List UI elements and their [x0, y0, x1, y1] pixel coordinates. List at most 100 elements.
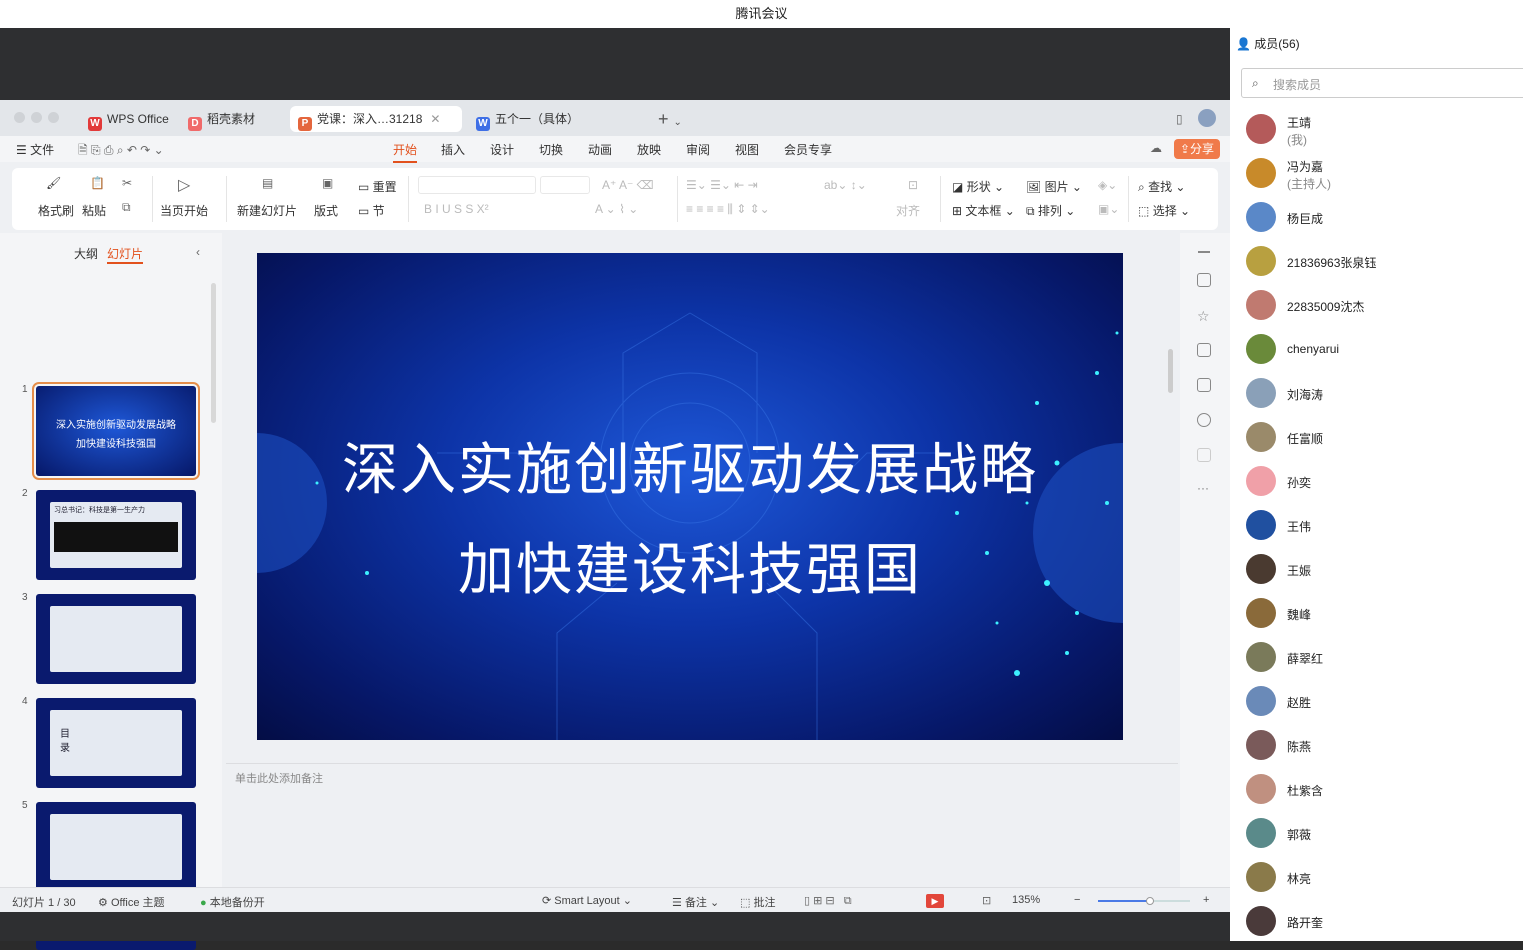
search-member-input[interactable]: ⌕ 搜索成员 — [1241, 68, 1523, 98]
reset-button[interactable]: ▭ 重置 — [358, 178, 397, 195]
image-button[interactable]: 🖼 图片 ⌄ — [1026, 178, 1082, 195]
outline-icon[interactable]: ▣⌄ — [1098, 202, 1119, 216]
zoom-out-icon[interactable]: − — [1074, 894, 1080, 906]
fit-window-icon[interactable]: ⊡ — [982, 894, 991, 907]
more-icon[interactable]: ··· — [1197, 481, 1211, 495]
new-tab-icon[interactable]: + ⌄ — [650, 106, 690, 132]
menu-view[interactable]: 视图 — [735, 141, 759, 158]
paragraph-align-icons[interactable]: ≡ ≡ ≡ ≡ ⫼ ⇕ ⇕⌄ — [686, 202, 770, 217]
history-icon[interactable] — [1197, 413, 1211, 427]
slide-thumbnail[interactable]: 习总书记：科技是第一生产力 — [36, 490, 196, 580]
avatar — [1246, 774, 1276, 804]
cloud-icon[interactable]: ☁ — [1150, 141, 1162, 155]
font-color-icon[interactable]: A ⌄ ⌇ ⌄ — [595, 202, 638, 216]
members-header: 👤 成员(56) — [1236, 37, 1300, 51]
font-family-select[interactable] — [418, 176, 536, 194]
layout-button[interactable]: 版式 — [314, 202, 338, 219]
zoom-level[interactable]: 135% — [1012, 894, 1040, 906]
avatar — [1246, 554, 1276, 584]
pane-scrollbar[interactable] — [211, 283, 216, 423]
window-controls[interactable] — [14, 112, 65, 126]
tab-docer[interactable]: D 稻壳素材 — [180, 106, 285, 132]
current-slide[interactable]: 深入实施创新驱动发展战略 加快建设科技强国 — [257, 253, 1123, 740]
zoom-in-icon[interactable]: + — [1203, 894, 1209, 906]
copy-icon[interactable]: ⧉ — [122, 200, 131, 215]
layout-toggle-icon[interactable]: ▯ — [1168, 106, 1191, 132]
comment-icon[interactable] — [1197, 343, 1211, 357]
smart-layout-icon: ⟳ — [542, 895, 552, 907]
arrange-icon: ⧉ — [1026, 204, 1035, 218]
align-button[interactable]: 对齐 — [896, 202, 920, 219]
menu-animation[interactable]: 动画 — [588, 141, 612, 158]
ppt-icon: P — [298, 117, 312, 131]
backup-icon[interactable] — [1197, 448, 1211, 462]
align-icon[interactable]: ⊡ — [908, 178, 918, 192]
backup-status[interactable]: ● 本地备份开 — [200, 894, 265, 910]
slide-title-line2[interactable]: 加快建设科技强国 — [257, 525, 1123, 606]
menu-design[interactable]: 设计 — [490, 141, 514, 158]
properties-icon[interactable] — [1197, 273, 1211, 287]
tab-ppt-document[interactable]: P 党课：深入…31218 ✕ — [290, 106, 462, 132]
minus-icon[interactable] — [1198, 251, 1210, 253]
slide-thumbnail[interactable]: 目 录 — [36, 698, 196, 788]
smart-layout-button[interactable]: ⟳ Smart Layout ⌄ — [542, 894, 632, 907]
word-icon: W — [476, 117, 490, 131]
close-tab-icon[interactable]: ✕ — [430, 112, 440, 126]
tab-wps-office[interactable]: W WPS Office — [80, 106, 175, 132]
fill-icon[interactable]: ◈⌄ — [1098, 178, 1117, 192]
collapse-pane-icon[interactable]: ‹ — [196, 245, 200, 259]
paste-button[interactable]: 粘贴 — [82, 202, 106, 219]
menu-review[interactable]: 审阅 — [686, 141, 710, 158]
text-direction-icons[interactable]: ab⌄ ↕⌄ — [824, 178, 867, 192]
select-icon: ⬚ — [1138, 204, 1150, 218]
notes-button[interactable]: ☰ 备注 ⌄ — [672, 894, 719, 910]
wps-window: W WPS Office D 稻壳素材 P 党课：深入…31218 ✕ W 五个一（具体）… — [0, 100, 1230, 950]
canvas-scrollbar[interactable] — [1168, 349, 1173, 393]
quick-access-icons[interactable]: 🗎 ⎘ ⎙ ⌕ ↶ ↷ ⌄ — [78, 141, 164, 162]
slide-title-line1[interactable]: 深入实施创新驱动发展战略 — [257, 425, 1123, 506]
notes-area[interactable]: 单击此处添加备注 — [226, 763, 1178, 887]
new-slide-button[interactable]: 新建幻灯片 — [237, 202, 297, 219]
menu-transition[interactable]: 切换 — [539, 141, 563, 158]
find-button[interactable]: ⌕ 查找 ⌄ — [1138, 178, 1185, 195]
cut-icon[interactable]: ✂ — [122, 176, 132, 190]
menu-slideshow[interactable]: 放映 — [637, 141, 661, 158]
select-button[interactable]: ⬚ 选择 ⌄ — [1138, 202, 1190, 219]
play-current-button[interactable]: 当页开始 — [160, 202, 208, 219]
status-bar: 幻灯片 1 / 30 ⚙ Office 主题 ● 本地备份开 ⟳ Smart L… — [0, 887, 1230, 912]
zoom-slider[interactable] — [1098, 897, 1190, 905]
theme-button[interactable]: ⚙ Office 主题 — [98, 894, 165, 910]
right-toolbar: ☆ ··· — [1180, 233, 1230, 887]
translate-icon[interactable] — [1197, 378, 1211, 392]
view-mode-icons[interactable]: ▯ ⊞ ⊟ ⧉ — [804, 894, 852, 908]
comments-button[interactable]: ⬚ 批注 — [740, 894, 775, 910]
share-button[interactable]: ⇪分享 — [1174, 139, 1220, 159]
new-slide-icon: ▤ — [262, 176, 274, 190]
user-avatar[interactable] — [1198, 109, 1216, 127]
textbox-button[interactable]: ⊞ 文本框 ⌄ — [952, 202, 1015, 219]
tab-slides[interactable]: 幻灯片 — [107, 245, 144, 264]
tab-outline[interactable]: 大纲 — [74, 245, 98, 262]
tab-word-document[interactable]: W 五个一（具体） — [468, 106, 628, 132]
font-adjust-icons[interactable]: A⁺ A⁻ ⌫ — [602, 178, 654, 192]
arrange-button[interactable]: ⧉ 排列 ⌄ — [1026, 202, 1075, 219]
file-menu[interactable]: ☰ 文件 — [16, 141, 54, 158]
list-icons[interactable]: ☰⌄ ☰⌄ ⇤ ⇥ — [686, 178, 758, 192]
menu-home[interactable]: 开始 — [393, 141, 418, 163]
slide-thumbnail[interactable] — [36, 802, 196, 892]
font-size-select[interactable] — [540, 176, 590, 194]
avatar — [1246, 642, 1276, 672]
member-name: 冯为嘉 — [1287, 160, 1324, 174]
avatar — [1246, 246, 1276, 276]
format-painter-button[interactable]: 格式刷 — [38, 202, 74, 219]
slide-thumbnail[interactable]: 深入实施创新驱动发展战略 加快建设科技强国 — [32, 382, 200, 480]
avatar — [1246, 862, 1276, 892]
star-icon[interactable]: ☆ — [1197, 308, 1211, 324]
shape-button[interactable]: ◪ 形状 ⌄ — [952, 178, 1004, 195]
slide-thumbnail[interactable] — [36, 594, 196, 684]
menu-insert[interactable]: 插入 — [441, 141, 465, 158]
text-format-icons[interactable]: B I U S S X² — [424, 202, 489, 216]
menu-member[interactable]: 会员专享 — [784, 141, 832, 158]
section-button[interactable]: ▭ 节 — [358, 202, 385, 219]
play-slideshow-button[interactable]: ▶ — [926, 894, 944, 908]
